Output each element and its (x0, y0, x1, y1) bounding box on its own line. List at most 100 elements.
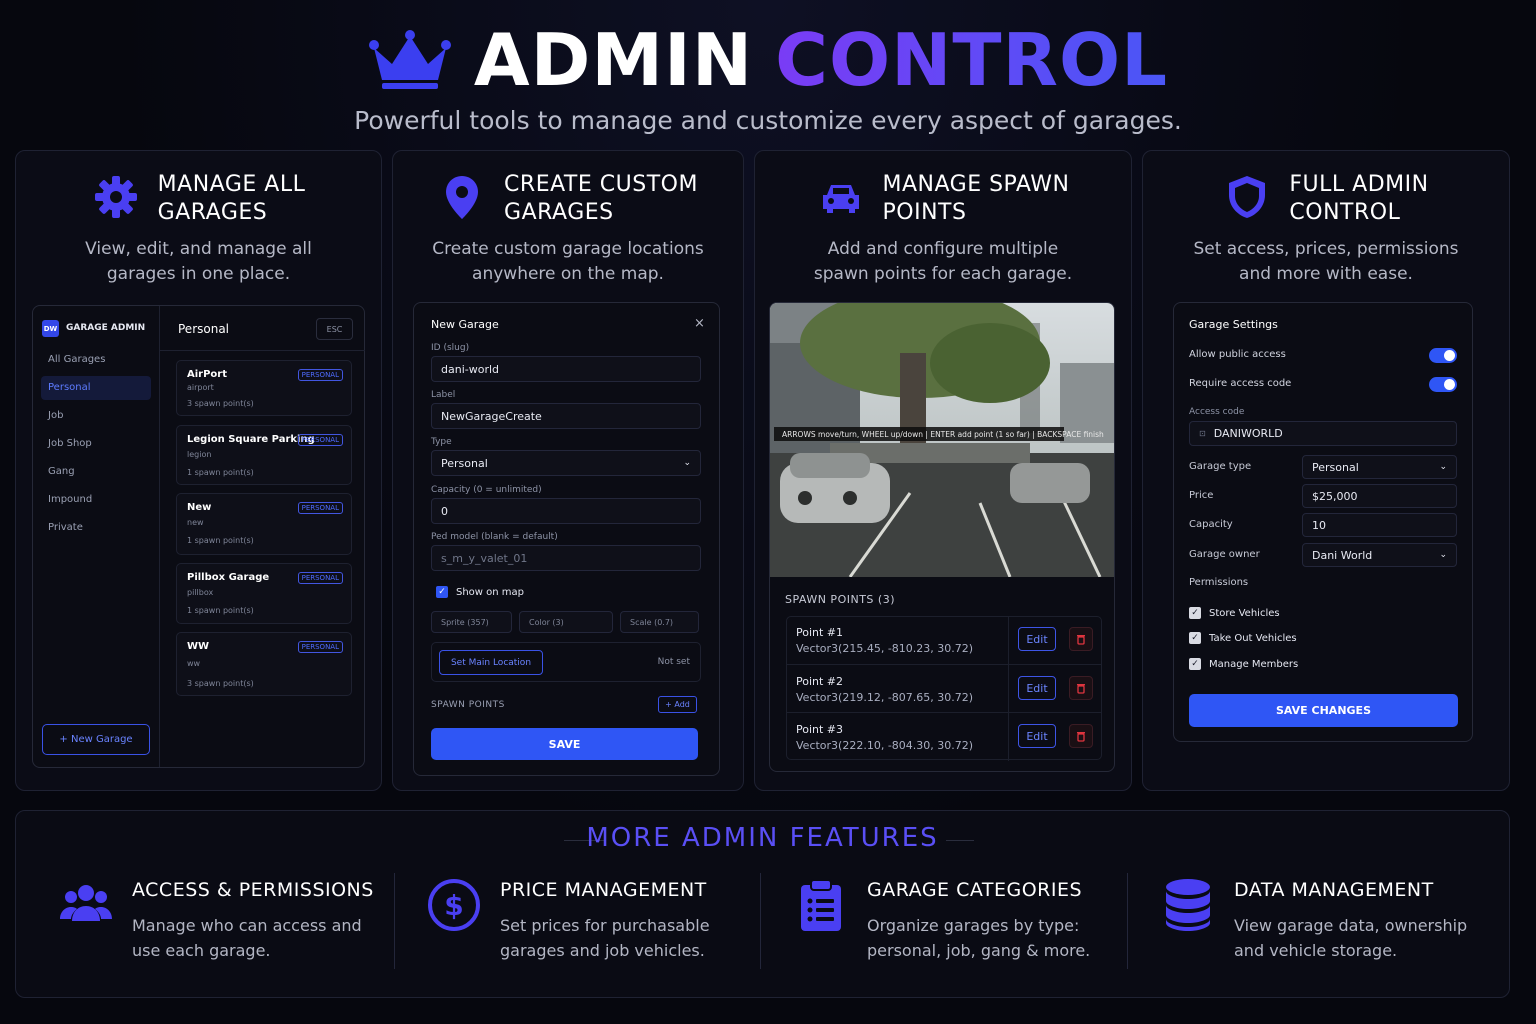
feature-title: PRICE MANAGEMENT (500, 879, 707, 901)
access-code-field[interactable]: ⊡ DANIWORLD (1189, 421, 1457, 446)
checkbox[interactable]: ✓ (1189, 632, 1201, 644)
type-select[interactable]: Personal ⌄ (431, 450, 701, 476)
header: ADMIN CONTROL Powerful tools to manage a… (0, 18, 1536, 135)
garage-name: Legion Square Parking (187, 434, 315, 445)
sidebar-item-all[interactable]: All Garages (41, 348, 151, 372)
edit-button[interactable]: Edit (1018, 724, 1056, 748)
id-field[interactable]: dani-world (431, 356, 701, 382)
checkbox[interactable]: ✓ (1189, 658, 1201, 670)
perm-store[interactable]: ✓ Store Vehicles (1189, 607, 1280, 619)
feature-desc: Manage who can access and use each garag… (132, 916, 362, 960)
owner-select[interactable]: Dani World ⌄ (1302, 543, 1457, 567)
spawn-header: SPAWN POINTS (3) (785, 593, 895, 606)
show-on-map-checkbox[interactable]: ✓ (436, 586, 448, 598)
list-item[interactable]: WW PERSONAL ww 3 spawn point(s) (176, 632, 352, 696)
dollar-icon: $ (428, 879, 480, 931)
card-title: MANAGE ALL GARAGES (157, 172, 306, 225)
sidebar-nav: All Garages Personal Job Job Shop Gang I… (41, 348, 151, 544)
sidebar-item-job[interactable]: Job (41, 404, 151, 428)
point-name: Point #1 (796, 626, 844, 639)
close-icon[interactable]: × (694, 316, 705, 331)
edit-button[interactable]: Edit (1018, 627, 1056, 651)
perm-manage[interactable]: ✓ Manage Members (1189, 658, 1298, 670)
feature-desc: Organize garages by type: personal, job,… (867, 916, 1091, 960)
color-field[interactable]: Color (3) (519, 611, 613, 633)
garage-settings-panel: Garage Settings Allow public access Requ… (1173, 302, 1473, 742)
access-code-value: DANIWORLD (1213, 427, 1283, 440)
require-code-toggle[interactable] (1429, 377, 1457, 392)
spawn-points-label: SPAWN POINTS (431, 700, 505, 710)
page: ADMIN CONTROL Powerful tools to manage a… (0, 0, 1536, 1024)
page-subtitle: Powerful tools to manage and customize e… (354, 106, 1182, 135)
sidebar-item-impound[interactable]: Impound (41, 488, 151, 512)
label-field[interactable]: NewGarageCreate (431, 403, 701, 429)
sidebar-item-gang[interactable]: Gang (41, 460, 151, 484)
card-desc: Set access, prices, permissions and more… (1193, 239, 1459, 284)
perm-label: Take Out Vehicles (1209, 633, 1297, 644)
users-icon (60, 885, 112, 921)
point-name: Point #2 (796, 675, 844, 688)
table-row: Point #1 Vector3(215.45, -810.23, 30.72) E… (786, 616, 1102, 664)
card-spawn-points: MANAGE SPAWN POINTS Add and configure mu… (754, 150, 1132, 791)
list-item[interactable]: AirPort PERSONAL airport 3 spawn point(s) (176, 360, 352, 416)
garage-slug: airport (187, 383, 214, 392)
card-manage-garages: MANAGE ALL GARAGES View, edit, and manag… (15, 150, 382, 791)
garage-spawns: 1 spawn point(s) (187, 606, 254, 615)
save-changes-button[interactable]: SAVE CHANGES (1189, 694, 1458, 727)
card-title: CREATE CUSTOM GARAGES (504, 172, 698, 225)
trash-icon[interactable] (1069, 724, 1093, 748)
show-on-map-label: Show on map (456, 587, 525, 598)
price-row: Price $25,000 (1189, 484, 1457, 508)
game-screenshot: ARROWS move/turn, WHEEL up/down | ENTER … (770, 303, 1114, 577)
database-icon (1166, 879, 1210, 931)
owner-value: Dani World (1312, 548, 1373, 562)
garage-type-select[interactable]: Personal ⌄ (1302, 455, 1457, 479)
garage-name: WW (187, 641, 210, 652)
garage-list: AirPort PERSONAL airport 3 spawn point(s) L… (160, 306, 365, 766)
set-location-button[interactable]: Set Main Location (439, 650, 543, 675)
edit-button[interactable]: Edit (1018, 676, 1056, 700)
card-title: MANAGE SPAWN POINTS (882, 172, 1070, 225)
sidebar-title: GARAGE ADMIN (66, 323, 146, 333)
crown-icon (368, 30, 451, 89)
car-icon (822, 185, 859, 213)
save-button[interactable]: SAVE (431, 728, 698, 760)
page-title-white: ADMIN (473, 18, 754, 102)
list-item[interactable]: Pillbox Garage PERSONAL pillbox 1 spawn poi… (176, 563, 352, 624)
more-features: MORE ADMIN FEATURES ACCESS & PERMISSIONS… (15, 810, 1510, 998)
public-access-toggle[interactable] (1429, 348, 1457, 363)
sidebar-item-job-shop[interactable]: Job Shop (41, 432, 151, 456)
scale-field[interactable]: Scale (0.7) (620, 611, 699, 633)
capacity-field[interactable]: 0 (431, 498, 701, 524)
map-pin-icon (446, 176, 479, 219)
new-garage-form: New Garage × ID (slug) dani-world Label … (413, 302, 720, 776)
garage-name: New (187, 502, 212, 513)
sidebar-item-personal[interactable]: Personal (41, 376, 151, 400)
feature-desc: Set prices for purchasable garages and j… (500, 916, 710, 960)
sidebar-item-private[interactable]: Private (41, 516, 151, 540)
price-field[interactable]: $25,000 (1302, 484, 1457, 508)
table-row: Point #2 Vector3(219.12, -807.65, 30.72) E… (786, 664, 1102, 713)
id-label: ID (slug) (431, 343, 470, 353)
checkbox[interactable]: ✓ (1189, 607, 1201, 619)
garage-type-row: Garage type Personal ⌄ (1189, 455, 1457, 479)
add-spawn-button[interactable]: + Add (658, 696, 697, 713)
ped-label: Ped model (blank = default) (431, 532, 558, 542)
card-full-control: FULL ADMIN CONTROL Set access, prices, p… (1142, 150, 1510, 791)
ped-field[interactable]: s_m_y_valet_01 (431, 545, 701, 571)
list-item[interactable]: Legion Square Parking PERSONAL legion 1 spa… (176, 425, 352, 485)
show-on-map-row[interactable]: ✓ Show on map (436, 586, 524, 598)
trash-icon[interactable] (1069, 627, 1093, 651)
table-row: Point #3 Vector3(222.10, -804.30, 30.72) E… (786, 712, 1102, 761)
sprite-field[interactable]: Sprite (357) (431, 611, 512, 633)
price-label: Price (1189, 490, 1214, 501)
garage-slug: pillbox (187, 588, 214, 597)
perm-take-out[interactable]: ✓ Take Out Vehicles (1189, 632, 1297, 644)
new-garage-button[interactable]: + New Garage (42, 724, 150, 755)
capacity-field[interactable]: 10 (1302, 513, 1457, 537)
list-item[interactable]: New PERSONAL new 1 spawn point(s) (176, 493, 352, 555)
location-row: Set Main Location Not set (431, 642, 701, 682)
point-vector: Vector3(215.45, -810.23, 30.72) (796, 642, 974, 655)
garage-type-label: Garage type (1189, 461, 1252, 472)
trash-icon[interactable] (1069, 676, 1093, 700)
